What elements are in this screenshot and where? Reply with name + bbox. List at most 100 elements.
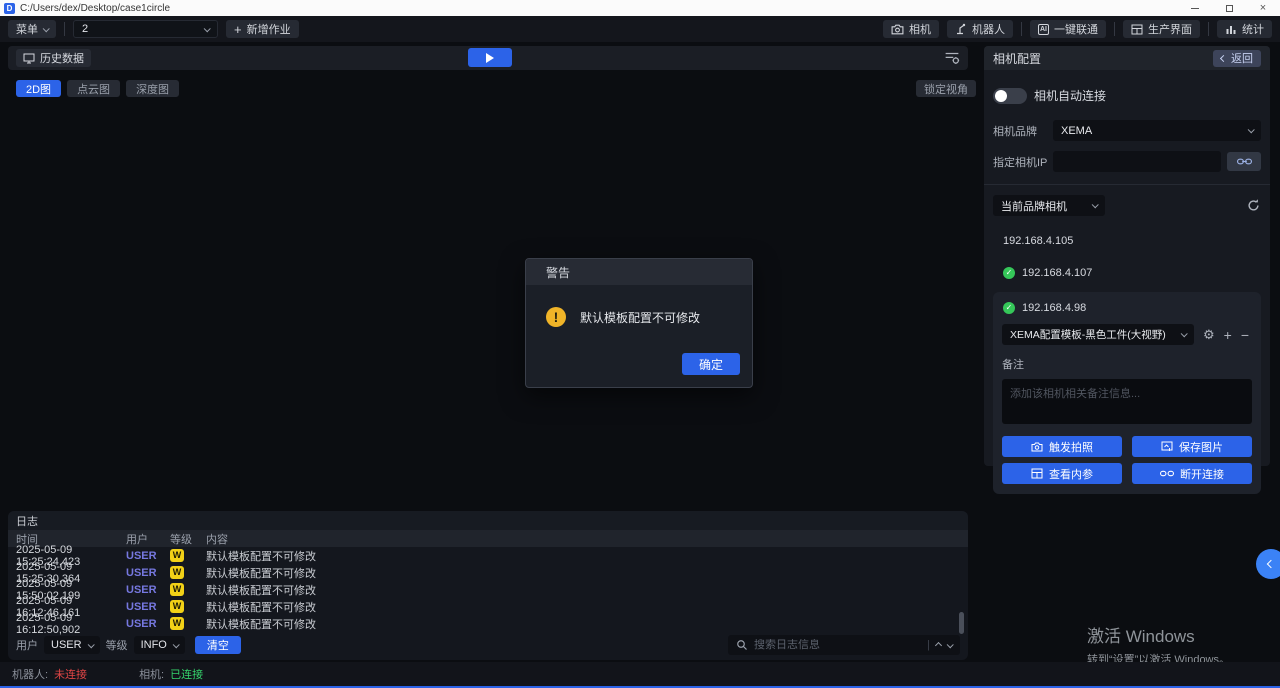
camera-filter-select[interactable]: 当前品牌相机 (993, 195, 1105, 216)
save-image-button[interactable]: 保存图片 (1132, 436, 1252, 457)
log-row[interactable]: 2025-05-09 16:12:50,902 USER W 默认模板配置不可修… (8, 615, 968, 632)
new-job-button[interactable]: + 新增作业 (226, 20, 299, 38)
log-search-box[interactable]: | (728, 635, 960, 655)
minimize-icon (1191, 8, 1199, 9)
log-row[interactable]: 2025-05-09 16:12:46,161 USER W 默认模板配置不可修… (8, 598, 968, 615)
trigger-capture-button[interactable]: 触发拍照 (1002, 436, 1122, 457)
disconnect-icon (1160, 469, 1174, 478)
one-key-connect-button[interactable]: AI 一键联通 (1030, 20, 1106, 38)
template-select[interactable]: XEMA配置模板-黑色工件(大视野) (1002, 324, 1194, 345)
dialog-title: 警告 (526, 259, 752, 285)
robot-status-label: 机器人: (12, 666, 48, 682)
auto-connect-label: 相机自动连接 (1034, 87, 1106, 104)
link-icon (1237, 157, 1252, 166)
warning-level-badge: W (170, 566, 184, 579)
log-panel: 日志 时间 用户 等级 内容 2025-05-09 15:25:24,423 U… (8, 511, 968, 660)
play-button[interactable] (468, 48, 512, 67)
tab-2d-image[interactable]: 2D图 (16, 80, 61, 97)
toolbar-divider (1021, 22, 1022, 36)
connected-check-icon: ✓ (1003, 267, 1015, 279)
column-level: 等级 (170, 531, 206, 547)
chevron-down-icon (43, 25, 50, 32)
selected-camera-card: ✓ 192.168.4.98 XEMA配置模板-黑色工件(大视野) ⚙ + − … (993, 292, 1261, 494)
capture-icon (1031, 442, 1043, 452)
log-row[interactable]: 2025-05-09 15:25:30,364 USER W 默认模板配置不可修… (8, 564, 968, 581)
column-user: 用户 (126, 531, 170, 547)
close-button[interactable]: × (1246, 0, 1280, 16)
camera-list-item[interactable]: ✓ 192.168.4.107 (993, 265, 1261, 280)
camera-ip-input[interactable] (1053, 151, 1221, 172)
camera-panel-title: 相机配置 (993, 50, 1041, 67)
dialog-ok-button[interactable]: 确定 (682, 353, 740, 375)
log-column-headers: 时间 用户 等级 内容 (8, 530, 968, 547)
clear-log-button[interactable]: 清空 (195, 636, 241, 654)
chevron-down-icon (1181, 330, 1188, 337)
camera-status-label: 相机: (139, 666, 164, 682)
log-panel-title: 日志 (8, 511, 968, 530)
chevron-down-icon (87, 641, 94, 648)
search-icon (736, 639, 748, 651)
search-prev-icon[interactable] (935, 641, 942, 648)
toggle-knob (995, 90, 1007, 102)
maximize-button[interactable] (1212, 0, 1246, 16)
status-bar: 机器人: 未连接 相机: 已连接 (0, 662, 1280, 686)
template-settings-icon[interactable]: ⚙ (1203, 328, 1215, 341)
auto-connect-toggle[interactable] (993, 88, 1027, 104)
production-view-button[interactable]: 生产界面 (1123, 20, 1200, 38)
search-next-icon[interactable] (947, 641, 954, 648)
viewer-header: 历史数据 (8, 46, 968, 70)
stats-icon (1225, 24, 1237, 35)
user-filter-label: 用户 (16, 637, 38, 653)
dialog-message: 默认模板配置不可修改 (580, 309, 700, 326)
chevron-left-icon (1267, 560, 1275, 568)
menu-button[interactable]: 菜单 (8, 20, 56, 38)
ai-icon: AI (1038, 24, 1049, 35)
view-intrinsics-button[interactable]: 查看内参 (1002, 463, 1122, 484)
statistics-button[interactable]: 统计 (1217, 20, 1272, 38)
tab-point-cloud[interactable]: 点云图 (67, 80, 120, 97)
camera-button[interactable]: 相机 (883, 20, 939, 38)
save-image-icon (1161, 441, 1173, 452)
robot-button[interactable]: 机器人 (947, 20, 1013, 38)
warning-icon: ! (546, 307, 566, 327)
plus-icon: + (234, 23, 242, 36)
toolbar-divider (1114, 22, 1115, 36)
back-button[interactable]: 返回 (1213, 50, 1261, 67)
main-toolbar: 菜单 2 + 新增作业 相机 机器人 AI 一键联通 (0, 16, 1280, 42)
ip-label: 指定相机IP (993, 154, 1053, 170)
log-filter-bar: 用户 USER 等级 INFO 清空 | (8, 633, 968, 657)
camera-list-item[interactable]: ✓ 192.168.4.98 (1002, 300, 1252, 315)
add-template-icon[interactable]: + (1224, 328, 1232, 342)
minimize-button[interactable] (1178, 0, 1212, 16)
tab-depth-map[interactable]: 深度图 (126, 80, 179, 97)
camera-config-panel: 相机配置 返回 相机自动连接 相机品牌 XEMA 指定相机IP (984, 46, 1270, 466)
refresh-icon[interactable] (1246, 198, 1261, 213)
level-filter-label: 等级 (106, 637, 128, 653)
robot-icon (955, 23, 967, 35)
history-data-button[interactable]: 历史数据 (16, 49, 91, 67)
user-filter-select[interactable]: USER (44, 636, 100, 654)
brand-select[interactable]: XEMA (1053, 120, 1261, 141)
lock-view-button[interactable]: 锁定视角 (916, 80, 976, 97)
robot-status-value: 未连接 (54, 666, 87, 682)
warning-level-badge: W (170, 549, 184, 562)
remove-template-icon[interactable]: − (1241, 328, 1249, 342)
search-divider: | (927, 639, 930, 651)
expand-panel-handle[interactable] (1256, 549, 1280, 579)
log-scrollbar[interactable] (959, 612, 964, 634)
disconnect-button[interactable]: 断开连接 (1132, 463, 1252, 484)
window-title: C:/Users/dex/Desktop/case1circle (20, 3, 170, 14)
log-row[interactable]: 2025-05-09 15:25:24,423 USER W 默认模板配置不可修… (8, 547, 968, 564)
chevron-down-icon (1248, 126, 1255, 133)
remark-textarea[interactable] (1002, 379, 1252, 424)
filter-settings-icon[interactable] (944, 51, 960, 65)
toolbar-divider (1208, 22, 1209, 36)
level-filter-select[interactable]: INFO (134, 636, 185, 654)
job-selector[interactable]: 2 (73, 20, 218, 38)
history-data-icon (23, 53, 35, 64)
production-icon (1131, 24, 1143, 35)
connect-ip-button[interactable] (1227, 152, 1261, 171)
log-search-input[interactable] (754, 639, 921, 651)
camera-list-item[interactable]: 192.168.4.105 (993, 233, 1261, 248)
log-row[interactable]: 2025-05-09 15:50:02,199 USER W 默认模板配置不可修… (8, 581, 968, 598)
